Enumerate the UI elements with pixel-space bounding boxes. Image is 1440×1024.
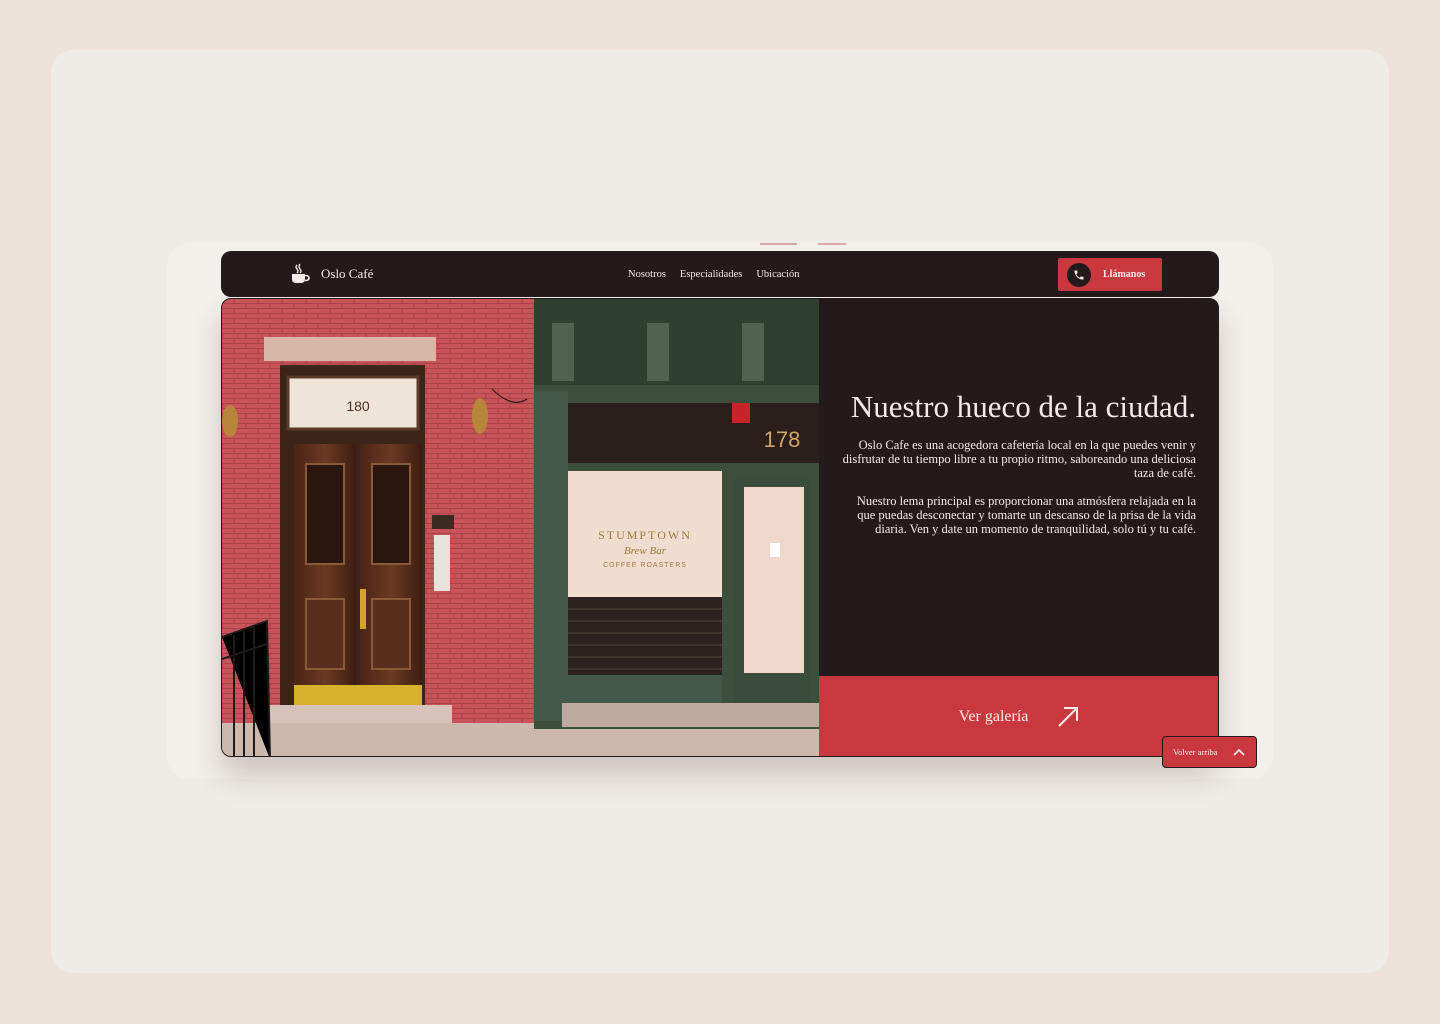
call-button-label: Llámanos bbox=[1103, 269, 1146, 280]
coffee-cup-icon bbox=[292, 263, 310, 283]
hero-title: Nuestro hueco de la ciudad. bbox=[850, 389, 1196, 424]
brand[interactable]: Oslo Café bbox=[289, 251, 373, 297]
svg-text:178: 178 bbox=[764, 427, 801, 452]
hero-section: 180 STUMPTOWN Brew Bar COFFEE ROASTERS 1… bbox=[221, 298, 1219, 757]
svg-text:COFFEE ROASTERS: COFFEE ROASTERS bbox=[603, 562, 687, 569]
gallery-button[interactable]: Ver galería bbox=[819, 676, 1218, 756]
svg-text:180: 180 bbox=[346, 398, 370, 414]
call-button[interactable]: Llámanos bbox=[1058, 258, 1162, 291]
nav-item-ubicacion[interactable]: Ubicación bbox=[756, 269, 799, 280]
svg-text:STUMPTOWN: STUMPTOWN bbox=[598, 528, 692, 542]
storefront-photo: 180 STUMPTOWN Brew Bar COFFEE ROASTERS 1… bbox=[222, 299, 819, 756]
back-to-top-button[interactable]: Volver arriba bbox=[1162, 736, 1257, 768]
hero-paragraph-2: Nuestro lema principal es proporcionar u… bbox=[856, 494, 1196, 536]
nav-item-especialidades[interactable]: Especialidades bbox=[680, 269, 742, 280]
navbar: Oslo Café Nosotros Especialidades Ubicac… bbox=[221, 251, 1219, 297]
back-to-top-label: Volver arriba bbox=[1173, 747, 1218, 757]
svg-text:Brew Bar: Brew Bar bbox=[624, 545, 667, 557]
chevron-up-icon bbox=[1233, 748, 1246, 756]
nav-links: Nosotros Especialidades Ubicación bbox=[628, 251, 799, 297]
arrow-up-right-icon bbox=[1058, 707, 1079, 727]
nav-item-nosotros[interactable]: Nosotros bbox=[628, 269, 666, 280]
hero-paragraph-1: Oslo Cafe es una acogedora cafetería loc… bbox=[842, 438, 1196, 480]
hero-text-panel: Nuestro hueco de la ciudad. Oslo Cafe es… bbox=[819, 299, 1218, 677]
gallery-button-label: Ver galería bbox=[958, 708, 1029, 725]
tab-indicator bbox=[818, 243, 846, 245]
phone-icon bbox=[1067, 262, 1091, 287]
tab-indicator bbox=[760, 243, 797, 245]
brand-name: Oslo Café bbox=[321, 266, 374, 281]
